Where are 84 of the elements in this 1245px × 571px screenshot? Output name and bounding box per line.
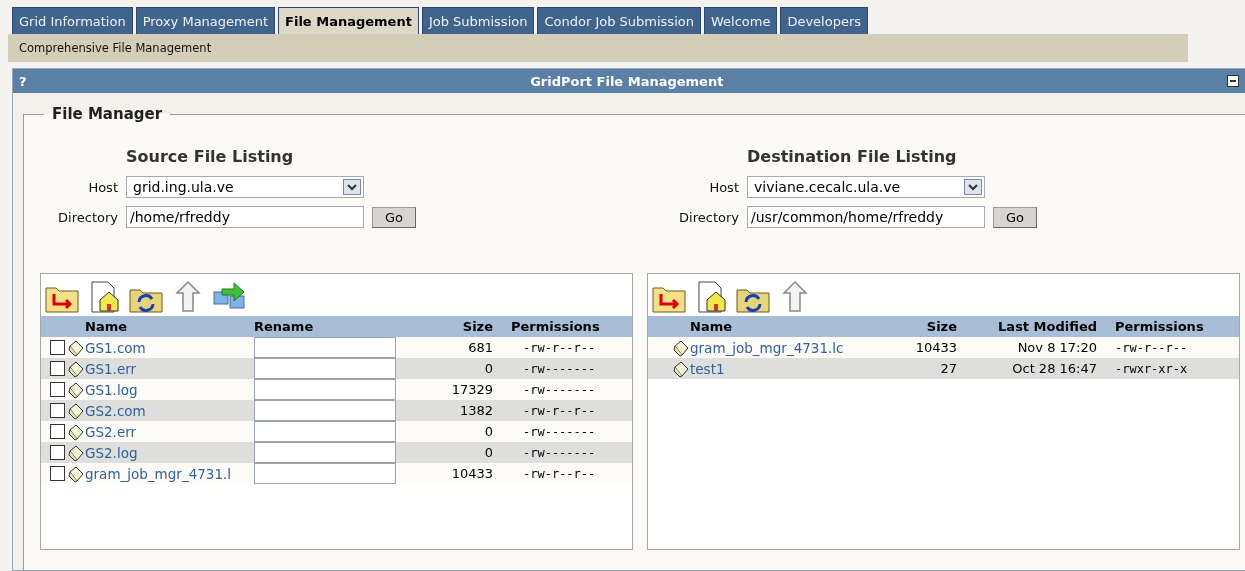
file-icon — [672, 359, 690, 378]
tab[interactable]: Condor Job Submission — [537, 7, 701, 34]
file-icon — [67, 380, 85, 399]
panel-title: GridPort File Management — [529, 73, 725, 89]
file-icon — [67, 338, 85, 357]
size-cell: 1382 — [459, 403, 493, 418]
file-icon — [67, 359, 85, 378]
tab[interactable]: Job Submission — [421, 7, 535, 34]
file-link[interactable]: GS1.err — [85, 360, 137, 377]
checkbox[interactable] — [50, 361, 65, 376]
checkbox[interactable] — [50, 382, 65, 397]
file-link[interactable]: GS1.com — [85, 339, 146, 356]
host-label: Host — [87, 179, 118, 195]
directory-field[interactable]: /usr/common/home/rfreddy — [747, 206, 985, 228]
rename-field[interactable] — [254, 421, 396, 442]
rename-field[interactable] — [254, 463, 396, 484]
permissions-cell: -rw------- — [523, 382, 596, 397]
permissions-cell: -rw-r--r-- — [523, 403, 596, 418]
size-cell: 0 — [484, 445, 493, 460]
permissions-cell: -rw------- — [523, 445, 596, 460]
column-header: Last Modified — [997, 318, 1097, 336]
permissions-cell: -rw-r--r-- — [523, 466, 596, 481]
column-header: Permissions — [1114, 318, 1205, 336]
host-select[interactable]: viviane.cecalc.ula.ve — [747, 176, 985, 198]
minimize-icon[interactable] — [1227, 75, 1239, 87]
size-cell: 17329 — [451, 382, 493, 397]
help-link[interactable]: ? — [19, 73, 27, 89]
file-link[interactable]: GS1.log — [85, 381, 138, 398]
go-button[interactable]: Go — [993, 206, 1038, 228]
rename-field[interactable] — [254, 358, 396, 379]
listing-heading: Destination File Listing — [747, 147, 958, 166]
file-link[interactable]: gram_job_mgr_4731.l — [85, 465, 232, 482]
size-cell: 10433 — [451, 466, 493, 481]
file-icon — [67, 401, 85, 420]
rename-field[interactable] — [254, 442, 396, 463]
checkbox[interactable] — [50, 424, 65, 439]
file-link[interactable]: GS2.com — [85, 402, 146, 419]
tab[interactable]: Grid Information — [12, 7, 133, 34]
tab[interactable]: Welcome — [703, 7, 778, 34]
listing-heading: Source File Listing — [126, 147, 295, 166]
column-header: Rename — [254, 318, 315, 336]
checkbox[interactable] — [50, 403, 65, 418]
column-header: Permissions — [510, 318, 601, 336]
rename-field[interactable] — [254, 337, 396, 358]
tab[interactable]: File Management — [278, 7, 419, 34]
directory-field[interactable]: /home/rfreddy — [126, 206, 364, 228]
fieldset-legend: File Manager — [44, 105, 171, 123]
file-link[interactable]: GS2.log — [85, 444, 138, 461]
rename-field[interactable] — [254, 400, 396, 421]
size-cell: 681 — [468, 340, 493, 355]
tab[interactable]: Developers — [780, 7, 869, 34]
size-cell: 0 — [484, 424, 493, 439]
permissions-cell: -rw-r--r-- — [1115, 340, 1188, 355]
file-icon — [67, 464, 85, 483]
directory-label: Directory — [57, 209, 118, 225]
column-header: Size — [461, 318, 493, 336]
column-header: Size — [925, 318, 957, 336]
file-link[interactable]: GS2.err — [85, 423, 137, 440]
column-header: Name — [85, 318, 128, 336]
file-icon — [67, 422, 85, 441]
modified-cell: Nov 8 17:20 — [1017, 340, 1097, 355]
host-select[interactable]: grid.ing.ula.ve — [126, 176, 364, 198]
permissions-cell: -rw------- — [523, 424, 596, 439]
go-button[interactable]: Go — [372, 206, 417, 228]
modified-cell: Oct 28 16:47 — [1012, 361, 1097, 376]
size-cell: 10433 — [915, 340, 957, 355]
file-icon — [672, 338, 690, 357]
size-cell: 0 — [484, 361, 493, 376]
column-header: Name — [690, 318, 733, 336]
rename-field[interactable] — [254, 379, 396, 400]
permissions-cell: -rwxr-xr-x — [1115, 361, 1188, 376]
host-label: Host — [708, 179, 739, 195]
size-cell: 27 — [940, 361, 957, 376]
checkbox[interactable] — [50, 340, 65, 355]
permissions-cell: -rw------- — [523, 361, 596, 376]
file-icon — [67, 443, 85, 462]
file-link[interactable]: gram_job_mgr_4731.lc — [690, 339, 844, 356]
checkbox[interactable] — [50, 445, 65, 460]
permissions-cell: -rw-r--r-- — [523, 340, 596, 355]
directory-label: Directory — [678, 209, 739, 225]
checkbox[interactable] — [50, 466, 65, 481]
file-link[interactable]: test1 — [690, 360, 725, 377]
sub-navigation-item[interactable]: Comprehensive File Management — [19, 41, 212, 55]
tab[interactable]: Proxy Management — [135, 7, 276, 34]
